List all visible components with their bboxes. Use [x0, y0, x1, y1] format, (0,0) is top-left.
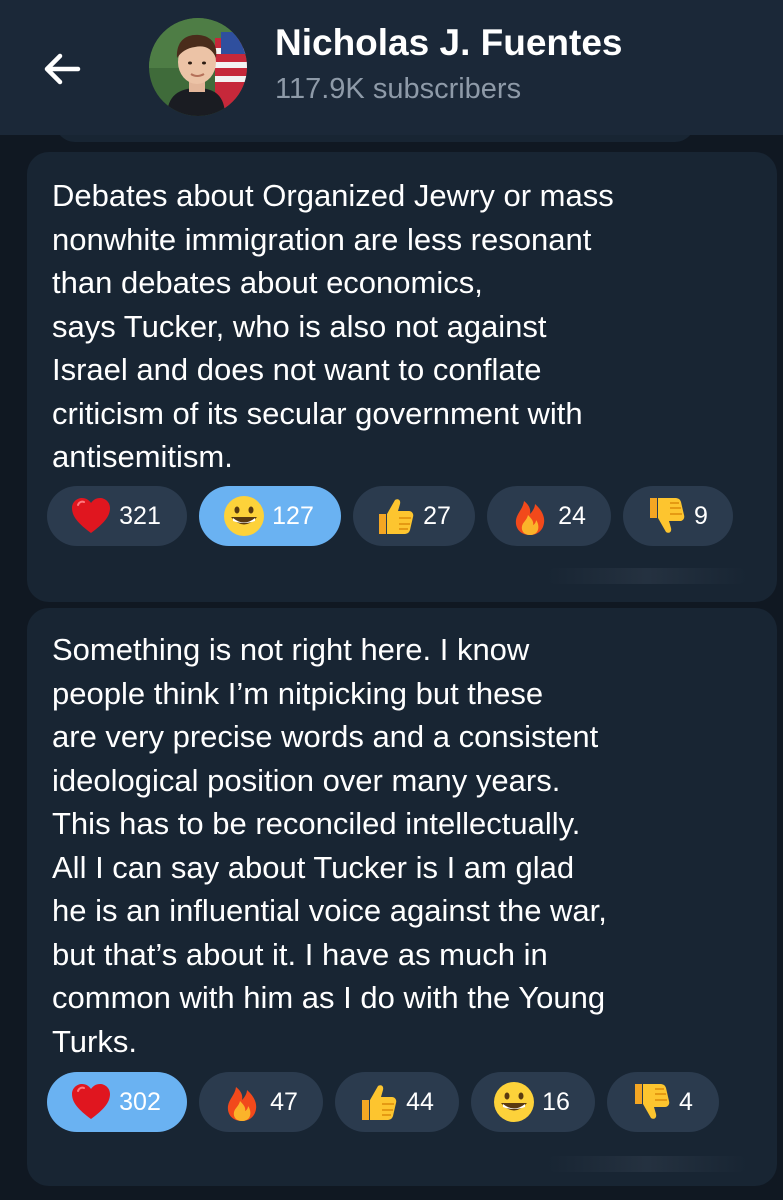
reaction-count: 44 — [406, 1087, 434, 1116]
heart-icon — [72, 1084, 111, 1119]
message-timestamp — [547, 568, 747, 584]
reaction-count: 27 — [423, 501, 451, 530]
reaction-count: 16 — [542, 1087, 570, 1116]
reaction-count: 302 — [119, 1087, 161, 1116]
thumbs-up-icon — [379, 499, 414, 534]
reaction-count: 4 — [679, 1087, 693, 1116]
thumbs-down-icon — [635, 1084, 670, 1119]
thumbs-down-icon — [650, 498, 685, 533]
grinning-face-icon — [494, 1082, 535, 1122]
chat-screen: Debates about Organized Jewry or mass no… — [0, 0, 783, 1200]
reaction-fire[interactable]: 47 — [199, 1072, 323, 1132]
message-text: Something is not right here. I know peop… — [52, 632, 607, 1059]
reaction-thumbs-up[interactable]: 27 — [353, 486, 475, 546]
message-bubble[interactable]: Something is not right here. I know peop… — [27, 608, 777, 1186]
message-bubble[interactable]: Debates about Organized Jewry or mass no… — [27, 152, 777, 602]
chat-header: Nicholas J. Fuentes 117.9K subscribers — [0, 0, 783, 135]
fire-icon — [227, 1087, 257, 1121]
reactions-bar: 302 47 44 16 4 — [47, 1072, 719, 1132]
back-arrow-icon[interactable] — [38, 44, 88, 94]
subscriber-count: 117.9K subscribers — [275, 73, 522, 105]
channel-avatar[interactable] — [149, 18, 247, 116]
reaction-grinning[interactable]: 16 — [471, 1072, 595, 1132]
reaction-count: 24 — [558, 501, 586, 530]
reaction-count: 9 — [694, 501, 708, 530]
channel-name[interactable]: Nicholas J. Fuentes — [275, 22, 623, 64]
reaction-thumbs-up[interactable]: 44 — [335, 1072, 459, 1132]
reaction-count: 47 — [270, 1087, 298, 1116]
reaction-fire[interactable]: 24 — [487, 486, 611, 546]
reaction-thumbs-down[interactable]: 9 — [623, 486, 733, 546]
reaction-count: 127 — [272, 501, 314, 530]
message-text: Debates about Organized Jewry or mass no… — [52, 178, 614, 474]
reaction-grinning[interactable]: 127 — [199, 486, 341, 546]
reaction-thumbs-down[interactable]: 4 — [607, 1072, 719, 1132]
heart-icon — [72, 498, 111, 533]
reaction-heart[interactable]: 321 — [47, 486, 187, 546]
reactions-bar: 321 127 27 24 9 — [47, 486, 733, 546]
thumbs-up-icon — [362, 1085, 397, 1120]
reaction-count: 321 — [119, 501, 161, 530]
fire-icon — [515, 501, 545, 535]
message-timestamp — [547, 1156, 747, 1172]
grinning-face-icon — [224, 496, 265, 536]
avatar-image — [149, 18, 247, 116]
reaction-heart[interactable]: 302 — [47, 1072, 187, 1132]
